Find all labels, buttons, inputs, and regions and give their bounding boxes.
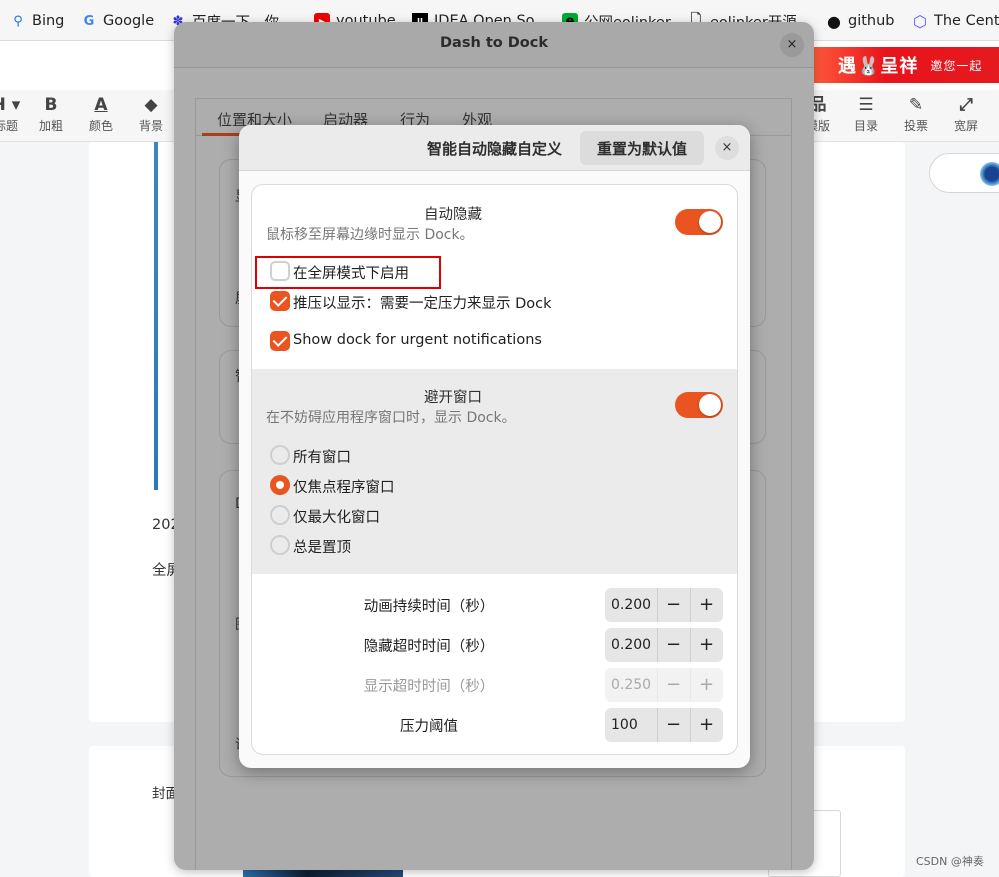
dialog-header: 智能自动隐藏自定义 重置为默认值 × xyxy=(239,125,750,171)
mode-maximized-label: 仅最大化窗口 xyxy=(293,510,380,526)
spinner-value[interactable]: 0.200 xyxy=(611,637,651,653)
animation-duration-spinner: 0.200 − + xyxy=(605,588,723,622)
autohide-switch[interactable] xyxy=(675,209,723,235)
fullscreen-label: 在全屏模式下启用 xyxy=(293,266,409,282)
spinner-value[interactable]: 0.200 xyxy=(611,597,651,613)
vote-icon: ✎ xyxy=(908,95,924,115)
bookmark-the-central[interactable]: ⬡ The Centr xyxy=(912,10,999,32)
mode-maximized-radio[interactable] xyxy=(270,505,290,525)
toolbar-toc[interactable]: ☰ 目录 xyxy=(846,94,886,134)
show-timeout-label: 显示超时时间（秒） xyxy=(363,679,495,695)
urgent-notifications-label: Show dock for urgent notifications xyxy=(293,332,542,348)
settings-list: 自动隐藏 鼠标移至屏幕边缘时显示 Dock。 在全屏模式下启用 推压以显示：需要… xyxy=(251,184,738,755)
paint-bucket-icon: ◆ xyxy=(144,95,158,115)
toolbar-heading[interactable]: H ▾标题 xyxy=(0,94,26,134)
mode-all-windows-radio[interactable] xyxy=(270,445,290,465)
google-icon: G xyxy=(83,13,95,29)
fullscreen-checkbox[interactable] xyxy=(270,261,290,281)
assistant-avatar-icon xyxy=(980,162,999,186)
pressure-threshold-spinner: 100 − + xyxy=(605,708,723,742)
intelligent-autohide-dialog: 智能自动隐藏自定义 重置为默认值 × 自动隐藏 鼠标移至屏幕边缘时显示 Dock… xyxy=(239,125,750,768)
increment-button[interactable]: + xyxy=(690,588,722,622)
switch-knob xyxy=(699,211,721,233)
increment-button[interactable]: + xyxy=(690,628,722,662)
pressure-checkbox[interactable] xyxy=(270,291,290,311)
window-title: Dash to Dock xyxy=(440,35,548,51)
list-icon: ☰ xyxy=(858,95,874,115)
image-strip xyxy=(154,142,158,490)
intellihide-title: 避开窗口 xyxy=(424,390,482,406)
promo-banner[interactable]: 遇🐰呈祥 邀您一起 xyxy=(812,47,999,83)
decrement-button[interactable]: − xyxy=(657,628,689,662)
assistant-pill[interactable] xyxy=(929,153,999,193)
intellihide-switch[interactable] xyxy=(675,392,723,418)
mode-always-on-top-radio[interactable] xyxy=(270,535,290,555)
animation-duration-label: 动画持续时间（秒） xyxy=(363,599,495,615)
hide-timeout-spinner: 0.200 − + xyxy=(605,628,723,662)
mode-all-windows-label: 所有窗口 xyxy=(293,450,351,466)
watermark: CSDN @神奏 xyxy=(916,855,984,868)
mode-focused-app-radio[interactable] xyxy=(270,475,290,495)
switch-knob xyxy=(699,394,721,416)
toolbar-widescreen[interactable]: ⤢ 宽屏 xyxy=(946,94,986,134)
mode-always-on-top-label: 总是置顶 xyxy=(293,540,351,556)
urgent-notifications-checkbox[interactable] xyxy=(270,331,290,351)
pressure-threshold-label: 压力阈值 xyxy=(400,719,458,735)
dialog-title: 智能自动隐藏自定义 xyxy=(427,140,563,158)
search-icon: ⚲ xyxy=(13,13,23,29)
github-icon: ● xyxy=(827,11,841,31)
bookmark-bing[interactable]: ⚲ Bing xyxy=(10,10,64,32)
toolbar-bold[interactable]: B 加粗 xyxy=(31,94,71,134)
increment-button[interactable]: + xyxy=(690,708,722,742)
show-timeout-spinner: 0.250 − + xyxy=(605,668,723,702)
reset-defaults-button[interactable]: 重置为默认值 xyxy=(580,131,704,165)
font-color-icon: A xyxy=(94,95,108,115)
dialog-close-button[interactable]: × xyxy=(715,136,739,160)
decrement-button: − xyxy=(657,668,689,702)
window-close-button[interactable]: × xyxy=(780,33,804,57)
toolbar-background[interactable]: ◆ 背景 xyxy=(131,94,171,134)
mode-focused-app-label: 仅焦点程序窗口 xyxy=(293,480,395,496)
bold-icon: B xyxy=(44,95,58,115)
spinner-value[interactable]: 100 xyxy=(611,717,638,733)
intellihide-section: 避开窗口 在不妨碍应用程序窗口时，显示 Dock。 所有窗口 仅焦点程序窗口 仅… xyxy=(252,369,737,574)
hide-timeout-label: 隐藏超时时间（秒） xyxy=(363,639,495,655)
intellihide-subtitle: 在不妨碍应用程序窗口时，显示 Dock。 xyxy=(266,410,516,426)
toolbar-vote[interactable]: ✎ 投票 xyxy=(896,94,936,134)
bookmark-github[interactable]: ● github xyxy=(826,10,895,32)
spinner-value: 0.250 xyxy=(611,677,652,693)
increment-button: + xyxy=(690,668,722,702)
decrement-button[interactable]: − xyxy=(657,588,689,622)
autohide-title: 自动隐藏 xyxy=(424,207,482,223)
bookmark-google[interactable]: G Google xyxy=(81,10,154,32)
hexagon-icon: ⬡ xyxy=(913,11,927,31)
window-titlebar: Dash to Dock × xyxy=(174,22,814,68)
expand-icon: ⤢ xyxy=(959,95,973,115)
toolbar-color[interactable]: A 颜色 xyxy=(81,94,121,134)
decrement-button[interactable]: − xyxy=(657,708,689,742)
autohide-subtitle: 鼠标移至屏幕边缘时显示 Dock。 xyxy=(266,227,474,243)
close-icon: × xyxy=(721,140,733,155)
close-icon: × xyxy=(786,37,798,52)
pressure-label: 推压以显示：需要一定压力来显示 Dock xyxy=(293,296,552,312)
